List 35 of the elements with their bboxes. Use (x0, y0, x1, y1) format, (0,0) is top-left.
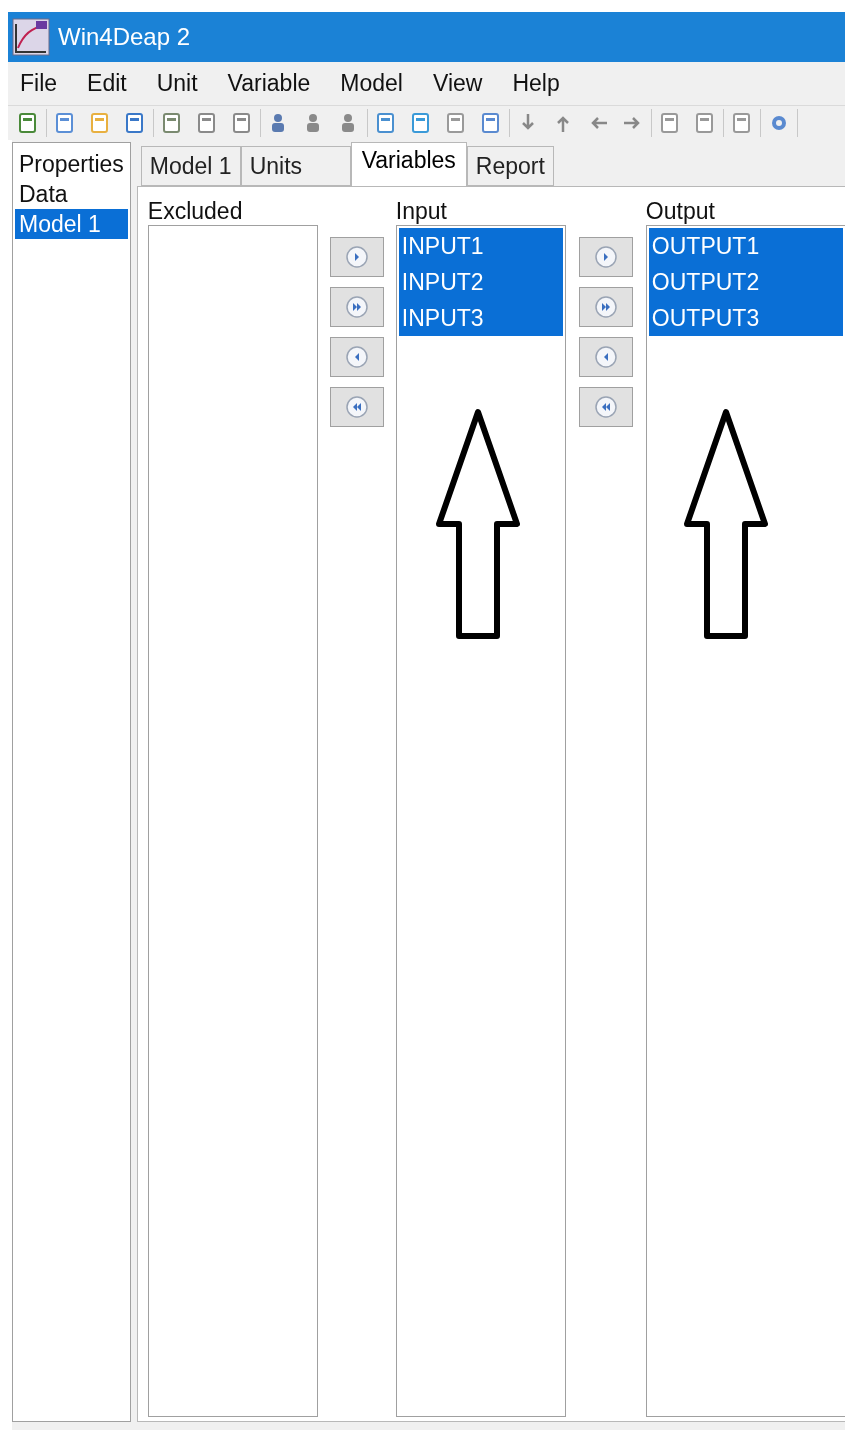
tab[interactable]: Units (240, 146, 351, 186)
menu-item[interactable]: Model (340, 66, 403, 101)
list-label: Input (395, 199, 448, 225)
menu-item[interactable]: File (20, 66, 58, 101)
move-all-right-button[interactable] (578, 287, 633, 327)
move-all-left-button[interactable] (578, 387, 633, 427)
sidebar-item[interactable]: Model 1 (15, 209, 128, 239)
tab[interactable]: Variables (350, 142, 467, 186)
list-item[interactable]: OUTPUT3 (648, 300, 843, 336)
list-item[interactable]: INPUT1 (398, 228, 563, 264)
move-all-left-button[interactable] (329, 387, 384, 427)
app-logo-icon (12, 18, 50, 56)
move-left-button[interactable] (329, 337, 384, 377)
sidebar-item[interactable]: Properties (15, 149, 128, 179)
list-label: Excluded (147, 199, 244, 225)
window-title: Win4Deap 2 (58, 22, 191, 52)
menu-item[interactable]: Variable (227, 66, 311, 101)
menu-item[interactable]: Help (512, 66, 560, 101)
menu-item[interactable]: Edit (87, 66, 127, 101)
move-left-button[interactable] (578, 337, 633, 377)
menu-item[interactable]: View (432, 66, 483, 101)
variable-list[interactable]: INPUT1 INPUT2 INPUT3 (395, 225, 566, 1417)
sidebar-item[interactable]: Data (15, 179, 128, 209)
move-all-right-button[interactable] (329, 287, 384, 327)
tab[interactable]: Model 1 (140, 146, 241, 186)
list-label: Output (645, 199, 716, 225)
list-item[interactable]: INPUT3 (398, 300, 563, 336)
list-item[interactable]: INPUT2 (398, 264, 563, 300)
move-right-button[interactable] (578, 237, 633, 277)
menu-item[interactable]: Unit (156, 66, 198, 101)
list-item[interactable]: OUTPUT1 (648, 228, 843, 264)
tab[interactable]: Report (466, 146, 554, 186)
variable-list[interactable]: OUTPUT1 OUTPUT2 OUTPUT3 (645, 225, 845, 1417)
list-item[interactable]: OUTPUT2 (648, 264, 843, 300)
move-right-button[interactable] (329, 237, 384, 277)
